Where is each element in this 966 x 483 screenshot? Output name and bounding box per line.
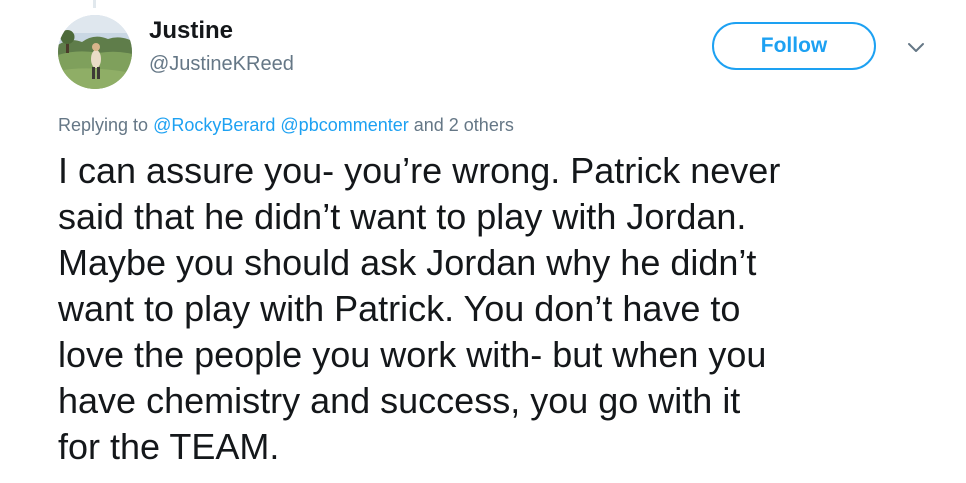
user-handle[interactable]: @JustineKReed: [149, 53, 294, 76]
mention-link-rockyberard[interactable]: @RockyBerard: [153, 115, 275, 135]
tweet-text-line: love the people you work with- but when …: [58, 334, 767, 375]
avatar[interactable]: [58, 15, 132, 89]
tweet-text: I can assure you- you’re wrong. Patrick …: [58, 148, 958, 470]
tweet-text-line: for the TEAM.: [58, 426, 280, 467]
thread-connector-line: [93, 0, 96, 8]
tweet-text-line: want to play with Patrick. You don’t hav…: [58, 288, 741, 329]
tweet-text-line: have chemistry and success, you go with …: [58, 380, 741, 421]
chevron-down-icon[interactable]: [905, 36, 927, 58]
follow-button[interactable]: Follow: [712, 22, 876, 70]
replying-to-line: Replying to @RockyBerard @pbcommenter an…: [58, 115, 514, 136]
replying-to-label: Replying to: [58, 115, 149, 135]
user-display-name[interactable]: Justine: [149, 17, 233, 45]
replying-to-others: and 2 others: [413, 115, 514, 135]
tweet-text-line: said that he didn’t want to play with Jo…: [58, 196, 747, 237]
tweet-text-line: Maybe you should ask Jordan why he didn’…: [58, 242, 757, 283]
mention-link-pbcommenter[interactable]: @pbcommenter: [280, 115, 408, 135]
tweet-text-line: I can assure you- you’re wrong. Patrick …: [58, 150, 781, 191]
avatar-photo: [58, 15, 132, 89]
